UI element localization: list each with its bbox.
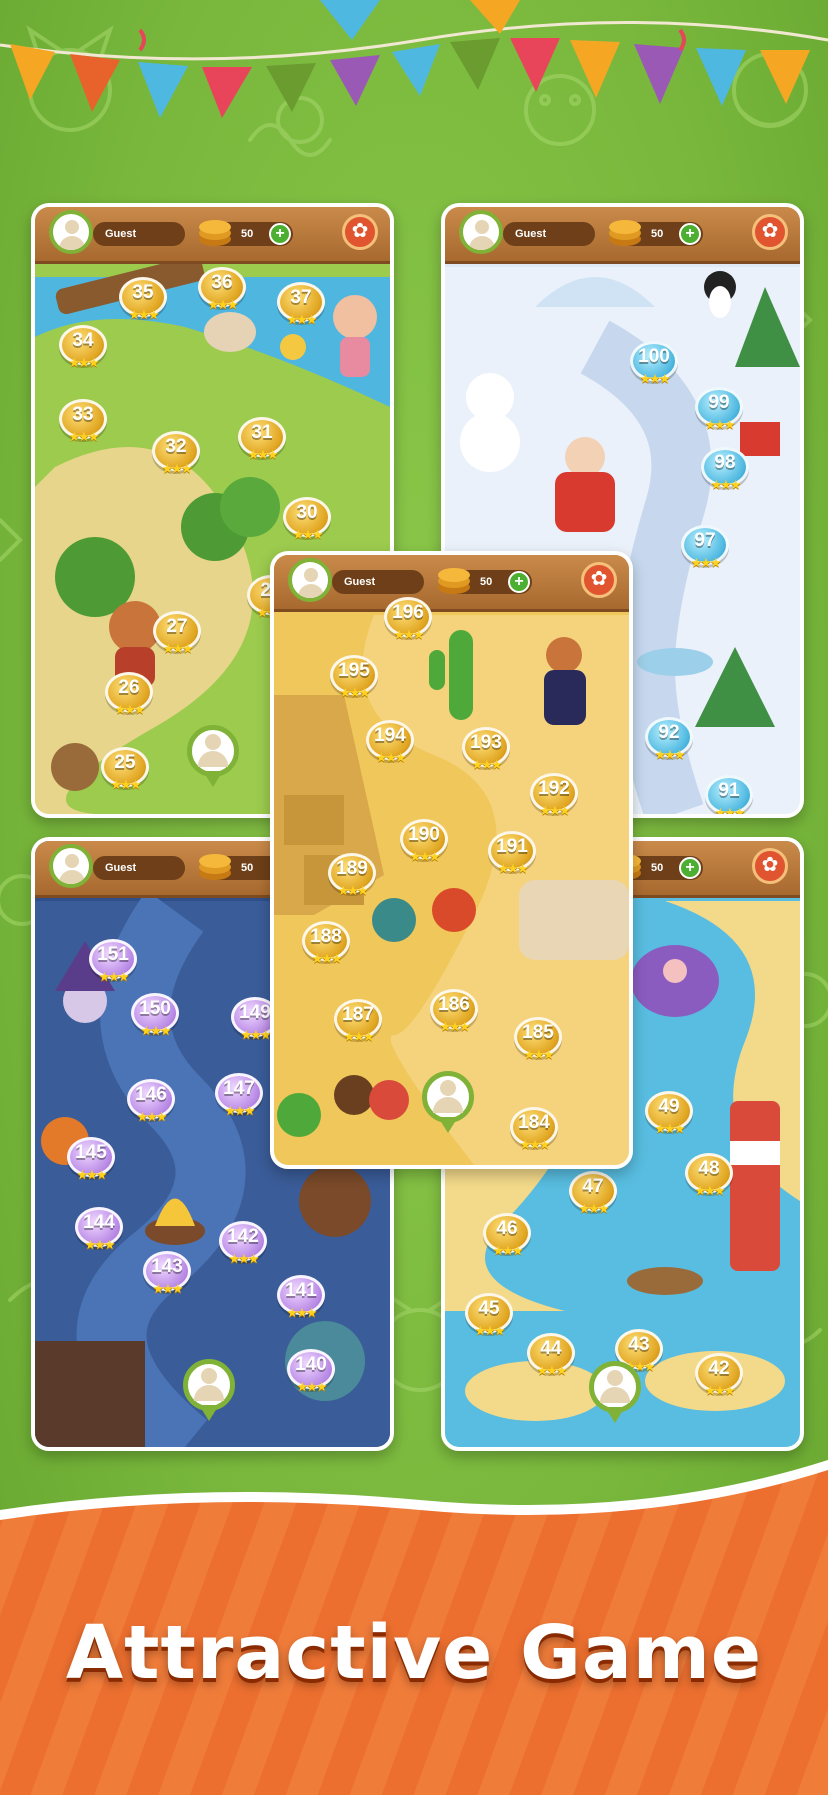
add-coins-button[interactable]: +	[679, 223, 701, 245]
coin-value: 50	[651, 862, 664, 874]
user-name: Guest	[93, 856, 185, 880]
user-name: Guest	[332, 570, 424, 594]
gear-icon: ✿	[590, 568, 608, 590]
user-name: Guest	[93, 222, 185, 246]
level-node[interactable]: 189 ★★★	[328, 853, 376, 901]
coin-value: 50	[241, 862, 254, 874]
gear-icon: ✿	[351, 220, 369, 242]
coin-counter: 50 +	[199, 220, 293, 246]
level-node[interactable]: 97 ★★★	[681, 525, 729, 573]
gear-icon: ✿	[761, 854, 779, 876]
level-node[interactable]: 188 ★★★	[302, 921, 350, 969]
level-node[interactable]: 48 ★★★	[685, 1153, 733, 1201]
promo-screen: Guest 50 + ✿ 37 ★★★ 36 ★★★ 35 ★★★ 34 ★★★ 33 ★…	[0, 0, 828, 1795]
avatar[interactable]	[49, 844, 93, 888]
coin-stack-icon	[199, 220, 231, 246]
level-node[interactable]: 141 ★★★	[277, 1275, 325, 1323]
level-node[interactable]: 147 ★★★	[215, 1073, 263, 1121]
level-node[interactable]: 35 ★★★	[119, 277, 167, 325]
plus-icon: +	[685, 859, 695, 876]
level-node[interactable]: 196 ★★★	[384, 597, 432, 645]
settings-button[interactable]: ✿	[752, 848, 788, 884]
headline-text: Attractive Game	[65, 1610, 763, 1696]
settings-button[interactable]: ✿	[581, 562, 617, 598]
level-node[interactable]: 140 ★★★	[287, 1349, 335, 1397]
avatar[interactable]	[459, 210, 503, 254]
level-node[interactable]: 30 ★★★	[283, 497, 331, 545]
top-bar: Guest 50 + ✿	[274, 555, 629, 612]
level-node[interactable]: 98 ★★★	[701, 447, 749, 495]
add-coins-button[interactable]: +	[679, 857, 701, 879]
add-coins-button[interactable]: +	[269, 223, 291, 245]
level-node[interactable]: 27 ★★★	[153, 611, 201, 659]
level-node[interactable]: 190 ★★★	[400, 819, 448, 867]
player-position-marker	[422, 1071, 474, 1137]
level-node[interactable]: 34 ★★★	[59, 325, 107, 373]
level-node[interactable]: 92 ★★★	[645, 717, 693, 765]
level-node[interactable]: 49 ★★★	[645, 1091, 693, 1139]
avatar[interactable]	[288, 558, 332, 602]
level-node[interactable]: 193 ★★★	[462, 727, 510, 775]
level-node[interactable]: 33 ★★★	[59, 399, 107, 447]
level-node[interactable]: 151 ★★★	[89, 939, 137, 987]
level-node[interactable]: 187 ★★★	[334, 999, 382, 1047]
top-bar: Guest 50 + ✿	[35, 207, 390, 264]
level-node[interactable]: 91 ★★★	[705, 775, 753, 814]
level-node[interactable]: 150 ★★★	[131, 993, 179, 1041]
coin-value: 50	[651, 228, 664, 240]
level-node[interactable]: 37 ★★★	[277, 282, 325, 330]
coin-stack-icon	[609, 220, 641, 246]
add-coins-button[interactable]: +	[508, 571, 530, 593]
level-node[interactable]: 146 ★★★	[127, 1079, 175, 1127]
coin-value: 50	[241, 228, 254, 240]
gear-icon: ✿	[761, 220, 779, 242]
level-node[interactable]: 143 ★★★	[143, 1251, 191, 1299]
plus-icon: +	[514, 573, 524, 590]
player-position-marker	[589, 1361, 641, 1427]
player-position-marker	[183, 1359, 235, 1425]
level-node[interactable]: 31 ★★★	[238, 417, 286, 465]
plus-icon: +	[685, 225, 695, 242]
user-name: Guest	[503, 222, 595, 246]
level-node[interactable]: 195 ★★★	[330, 655, 378, 703]
top-bar: Guest 50 + ✿	[445, 207, 800, 264]
level-node[interactable]: 100 ★★★	[630, 341, 678, 389]
coin-stack-icon	[438, 568, 470, 594]
level-node[interactable]: 186 ★★★	[430, 989, 478, 1037]
level-map-card-desert: Guest 50 + ✿ 196 ★★★ 195 ★★★ 194 ★★★ 193 ★★★…	[270, 551, 633, 1169]
coin-counter: 50 +	[609, 220, 703, 246]
coin-counter: 50 +	[438, 568, 532, 594]
level-node[interactable]: 36 ★★★	[198, 267, 246, 315]
coin-value: 50	[480, 576, 493, 588]
level-node[interactable]: 47 ★★★	[569, 1171, 617, 1219]
level-node[interactable]: 144 ★★★	[75, 1207, 123, 1255]
coin-stack-icon	[199, 854, 231, 880]
level-node[interactable]: 25 ★★★	[101, 747, 149, 795]
level-node[interactable]: 145 ★★★	[67, 1137, 115, 1185]
level-node[interactable]: 44 ★★★	[527, 1333, 575, 1381]
level-node[interactable]: 26 ★★★	[105, 672, 153, 720]
level-node[interactable]: 184 ★★★	[510, 1107, 558, 1155]
level-node[interactable]: 185 ★★★	[514, 1017, 562, 1065]
level-node[interactable]: 142 ★★★	[219, 1221, 267, 1269]
plus-icon: +	[275, 225, 285, 242]
player-position-marker	[187, 725, 239, 791]
avatar[interactable]	[49, 210, 93, 254]
level-node[interactable]: 32 ★★★	[152, 431, 200, 479]
level-node[interactable]: 42 ★★★	[695, 1353, 743, 1401]
level-node[interactable]: 45 ★★★	[465, 1293, 513, 1341]
settings-button[interactable]: ✿	[752, 214, 788, 250]
level-node[interactable]: 194 ★★★	[366, 720, 414, 768]
level-node[interactable]: 46 ★★★	[483, 1213, 531, 1261]
level-node[interactable]: 99 ★★★	[695, 387, 743, 435]
settings-button[interactable]: ✿	[342, 214, 378, 250]
level-node[interactable]: 192 ★★★	[530, 773, 578, 821]
level-node[interactable]: 191 ★★★	[488, 831, 536, 879]
party-bunting	[0, 0, 828, 118]
